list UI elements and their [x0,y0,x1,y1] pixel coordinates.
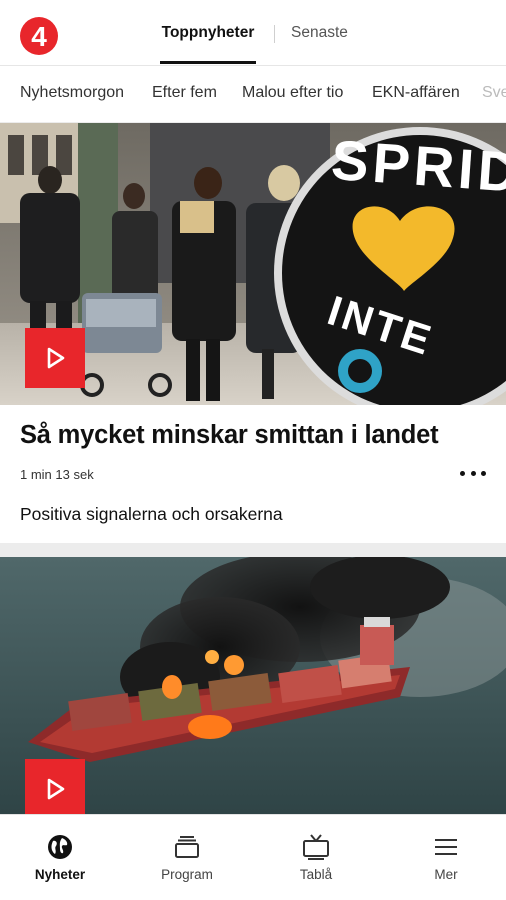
tab-senaste[interactable]: Senaste [291,0,348,66]
bottom-navigation: Nyheter Program Tablå Mer [0,814,506,900]
chip-sve[interactable]: Sve [482,84,506,102]
article-2-image[interactable] [0,557,506,814]
tv-icon [303,834,329,860]
logo-text: 4 [31,20,47,52]
article-1-duration: 1 min 13 sek [20,467,94,482]
chip-nyhetsmorgon[interactable]: Nyhetsmorgon [20,84,124,102]
article-divider [0,543,506,557]
play-button[interactable] [25,328,85,388]
nav-label-mer: Mer [434,867,458,882]
chip-malou-efter-tio[interactable]: Malou efter tio [242,84,343,102]
top-bar: 4 Toppnyheter Senaste [0,0,506,66]
article-1-title[interactable]: Så mycket minskar smittan i landet [20,421,439,450]
play-button[interactable] [25,759,85,814]
article-1-image[interactable]: SPRID INTE [0,123,506,405]
play-icon [47,347,65,369]
program-stack-icon [175,836,199,858]
menu-icon [435,839,457,855]
nav-item-tabla[interactable]: Tablå [266,815,366,900]
nav-label-tabla: Tablå [299,867,333,882]
chip-ekn-affaren[interactable]: EKN-affären [372,84,460,102]
chip-efter-fem[interactable]: Efter fem [152,84,217,102]
tab-toppnyheter[interactable]: Toppnyheter [160,0,256,66]
nav-item-program[interactable]: Program [137,815,237,900]
play-icon [47,778,65,800]
nav-item-mer[interactable]: Mer [396,815,496,900]
tab-separator [274,25,275,43]
nav-label-nyheter: Nyheter [34,867,86,882]
article-1-subtitle: Positiva signalerna och orsakerna [20,504,283,524]
nav-item-nyheter[interactable]: Nyheter [10,815,110,900]
program-chip-row[interactable]: Nyhetsmorgon Efter fem Malou efter tio E… [0,66,506,123]
tv4-logo[interactable]: 4 [20,17,58,55]
nav-label-program: Program [161,867,213,882]
active-tab-indicator [160,61,256,64]
more-options-icon[interactable] [460,463,486,483]
globe-icon [48,835,72,859]
